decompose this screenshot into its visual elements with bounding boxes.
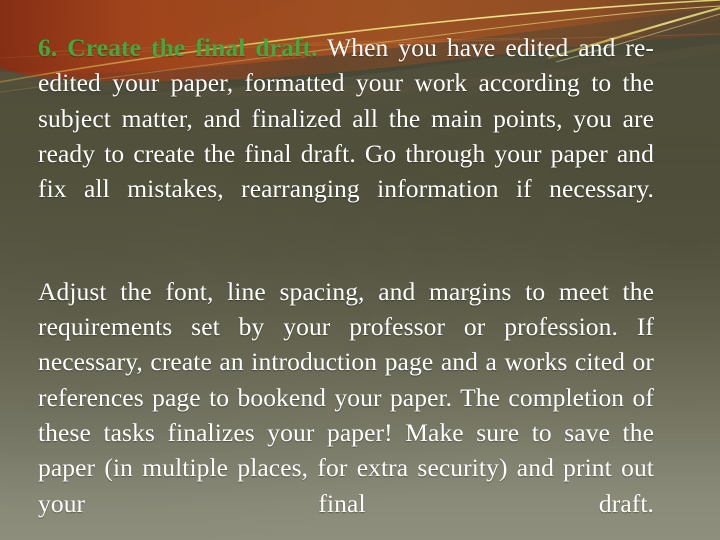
paragraph-2: Adjust the font, line spacing, and margi… — [38, 274, 654, 540]
paragraph-1: 6. Create the final draft. When you have… — [38, 30, 654, 242]
paragraph-1-heading: 6. Create the final draft. — [38, 33, 318, 62]
slide-content: 6. Create the final draft. When you have… — [0, 0, 720, 540]
paragraph-2-text: Adjust the font, line spacing, and margi… — [38, 276, 654, 518]
slide-canvas: 6. Create the final draft. When you have… — [0, 0, 720, 540]
